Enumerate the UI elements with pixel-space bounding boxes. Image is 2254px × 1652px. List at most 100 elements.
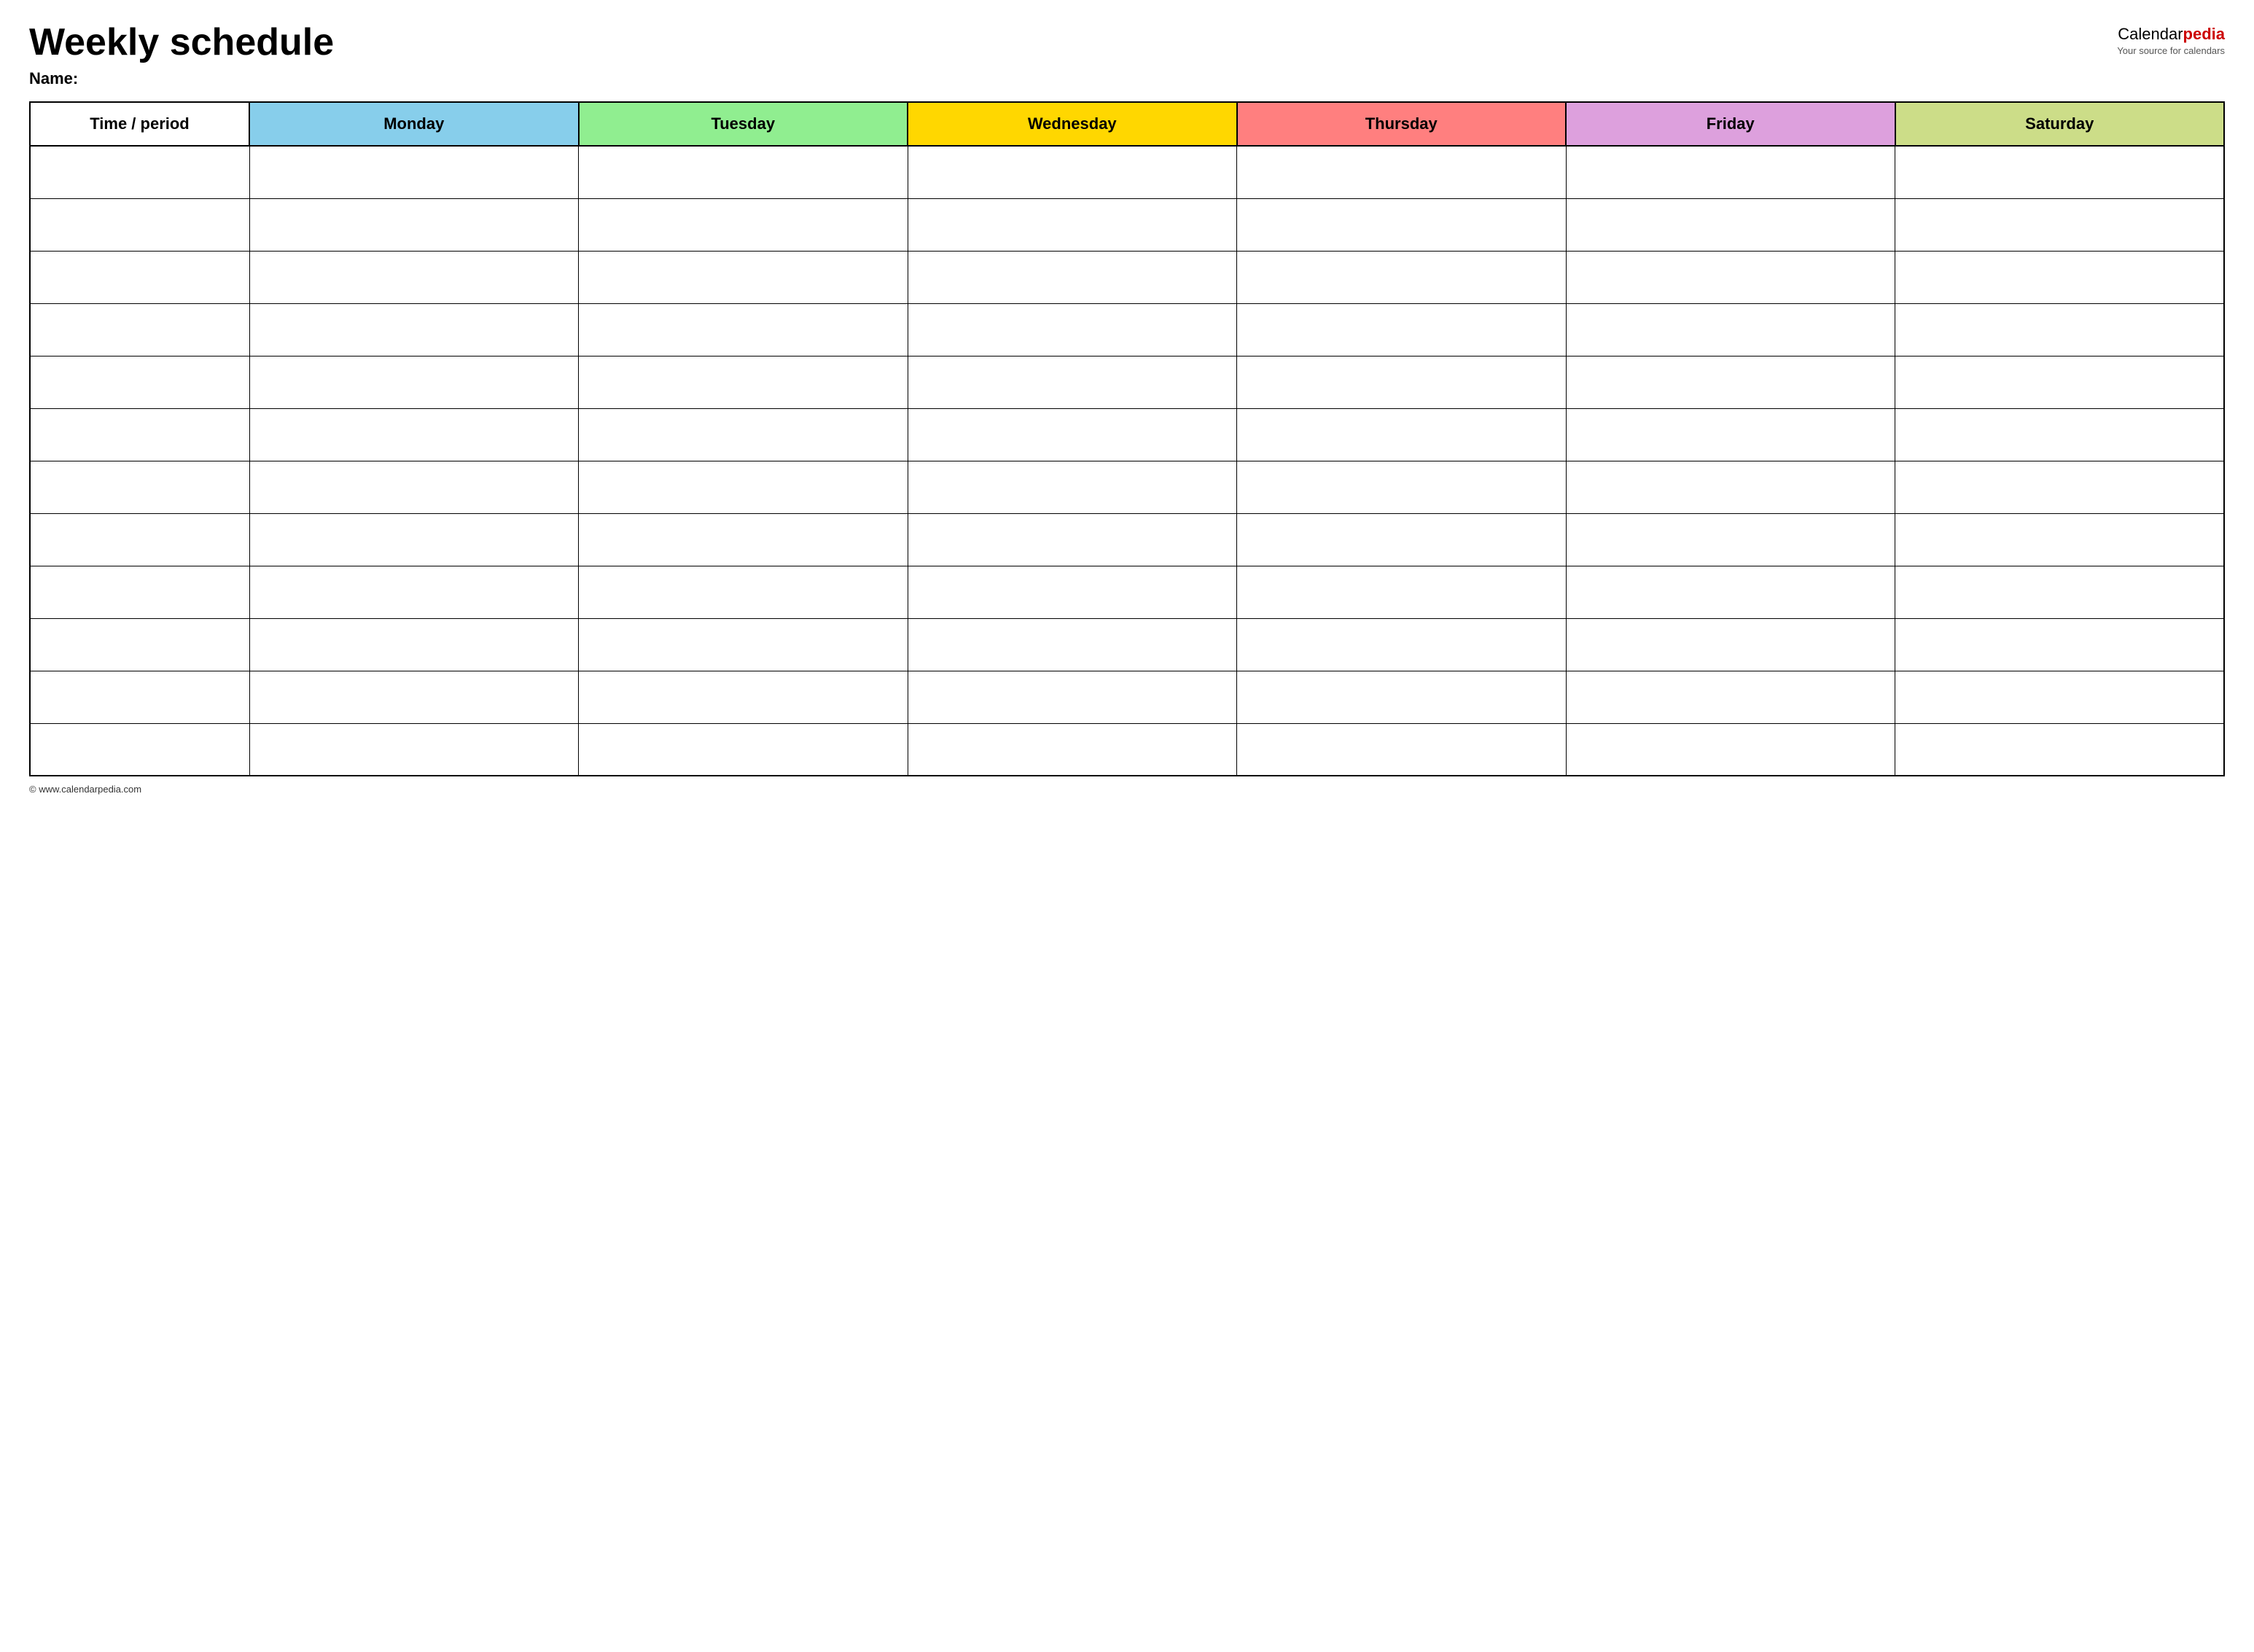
schedule-body	[30, 146, 2224, 776]
cell-row3-col2[interactable]	[579, 303, 908, 356]
title-section: Weekly schedule Name:	[29, 22, 2117, 88]
cell-row10-col1[interactable]	[249, 671, 579, 723]
cell-row4-col2[interactable]	[579, 356, 908, 408]
cell-row1-col0[interactable]	[30, 198, 249, 251]
cell-row0-col4[interactable]	[1237, 146, 1567, 198]
table-row	[30, 146, 2224, 198]
cell-row11-col2[interactable]	[579, 723, 908, 776]
cell-row6-col4[interactable]	[1237, 461, 1567, 513]
cell-row3-col4[interactable]	[1237, 303, 1567, 356]
cell-row6-col1[interactable]	[249, 461, 579, 513]
cell-row9-col4[interactable]	[1237, 618, 1567, 671]
cell-row4-col0[interactable]	[30, 356, 249, 408]
cell-row0-col6[interactable]	[1895, 146, 2225, 198]
cell-row8-col5[interactable]	[1566, 566, 1895, 618]
cell-row7-col2[interactable]	[579, 513, 908, 566]
cell-row1-col5[interactable]	[1566, 198, 1895, 251]
cell-row3-col6[interactable]	[1895, 303, 2225, 356]
cell-row3-col1[interactable]	[249, 303, 579, 356]
cell-row11-col6[interactable]	[1895, 723, 2225, 776]
cell-row4-col3[interactable]	[908, 356, 1237, 408]
cell-row3-col0[interactable]	[30, 303, 249, 356]
cell-row2-col0[interactable]	[30, 251, 249, 303]
cell-row5-col4[interactable]	[1237, 408, 1567, 461]
cell-row4-col1[interactable]	[249, 356, 579, 408]
cell-row7-col0[interactable]	[30, 513, 249, 566]
cell-row5-col5[interactable]	[1566, 408, 1895, 461]
name-label: Name:	[29, 69, 2117, 88]
table-row	[30, 251, 2224, 303]
schedule-table: Time / period Monday Tuesday Wednesday T…	[29, 101, 2225, 776]
cell-row1-col4[interactable]	[1237, 198, 1567, 251]
cell-row9-col3[interactable]	[908, 618, 1237, 671]
cell-row10-col5[interactable]	[1566, 671, 1895, 723]
cell-row9-col0[interactable]	[30, 618, 249, 671]
cell-row9-col5[interactable]	[1566, 618, 1895, 671]
table-row	[30, 461, 2224, 513]
cell-row1-col3[interactable]	[908, 198, 1237, 251]
cell-row10-col2[interactable]	[579, 671, 908, 723]
table-row	[30, 723, 2224, 776]
cell-row8-col2[interactable]	[579, 566, 908, 618]
cell-row2-col1[interactable]	[249, 251, 579, 303]
cell-row5-col6[interactable]	[1895, 408, 2225, 461]
cell-row0-col0[interactable]	[30, 146, 249, 198]
cell-row11-col0[interactable]	[30, 723, 249, 776]
cell-row8-col0[interactable]	[30, 566, 249, 618]
cell-row0-col3[interactable]	[908, 146, 1237, 198]
cell-row7-col1[interactable]	[249, 513, 579, 566]
logo-text: Calendarpedia	[2118, 25, 2225, 44]
cell-row4-col4[interactable]	[1237, 356, 1567, 408]
cell-row3-col5[interactable]	[1566, 303, 1895, 356]
cell-row7-col6[interactable]	[1895, 513, 2225, 566]
table-row	[30, 198, 2224, 251]
table-row	[30, 566, 2224, 618]
cell-row3-col3[interactable]	[908, 303, 1237, 356]
cell-row0-col5[interactable]	[1566, 146, 1895, 198]
cell-row7-col5[interactable]	[1566, 513, 1895, 566]
col-header-saturday: Saturday	[1895, 102, 2225, 146]
cell-row5-col0[interactable]	[30, 408, 249, 461]
cell-row1-col1[interactable]	[249, 198, 579, 251]
cell-row6-col5[interactable]	[1566, 461, 1895, 513]
cell-row5-col2[interactable]	[579, 408, 908, 461]
cell-row9-col1[interactable]	[249, 618, 579, 671]
cell-row10-col3[interactable]	[908, 671, 1237, 723]
cell-row5-col3[interactable]	[908, 408, 1237, 461]
cell-row11-col5[interactable]	[1566, 723, 1895, 776]
cell-row6-col6[interactable]	[1895, 461, 2225, 513]
cell-row6-col3[interactable]	[908, 461, 1237, 513]
cell-row2-col2[interactable]	[579, 251, 908, 303]
cell-row5-col1[interactable]	[249, 408, 579, 461]
cell-row8-col4[interactable]	[1237, 566, 1567, 618]
cell-row10-col6[interactable]	[1895, 671, 2225, 723]
cell-row1-col6[interactable]	[1895, 198, 2225, 251]
cell-row8-col3[interactable]	[908, 566, 1237, 618]
cell-row4-col5[interactable]	[1566, 356, 1895, 408]
cell-row11-col4[interactable]	[1237, 723, 1567, 776]
cell-row2-col3[interactable]	[908, 251, 1237, 303]
cell-row1-col2[interactable]	[579, 198, 908, 251]
cell-row7-col4[interactable]	[1237, 513, 1567, 566]
col-header-tuesday: Tuesday	[579, 102, 908, 146]
cell-row0-col2[interactable]	[579, 146, 908, 198]
cell-row2-col6[interactable]	[1895, 251, 2225, 303]
page-header: Weekly schedule Name: Calendarpedia Your…	[29, 22, 2225, 88]
cell-row0-col1[interactable]	[249, 146, 579, 198]
cell-row2-col5[interactable]	[1566, 251, 1895, 303]
cell-row7-col3[interactable]	[908, 513, 1237, 566]
cell-row8-col1[interactable]	[249, 566, 579, 618]
cell-row6-col2[interactable]	[579, 461, 908, 513]
cell-row11-col3[interactable]	[908, 723, 1237, 776]
table-row	[30, 408, 2224, 461]
cell-row6-col0[interactable]	[30, 461, 249, 513]
cell-row2-col4[interactable]	[1237, 251, 1567, 303]
col-header-monday: Monday	[249, 102, 579, 146]
cell-row11-col1[interactable]	[249, 723, 579, 776]
cell-row9-col6[interactable]	[1895, 618, 2225, 671]
cell-row10-col0[interactable]	[30, 671, 249, 723]
cell-row10-col4[interactable]	[1237, 671, 1567, 723]
cell-row9-col2[interactable]	[579, 618, 908, 671]
cell-row4-col6[interactable]	[1895, 356, 2225, 408]
cell-row8-col6[interactable]	[1895, 566, 2225, 618]
